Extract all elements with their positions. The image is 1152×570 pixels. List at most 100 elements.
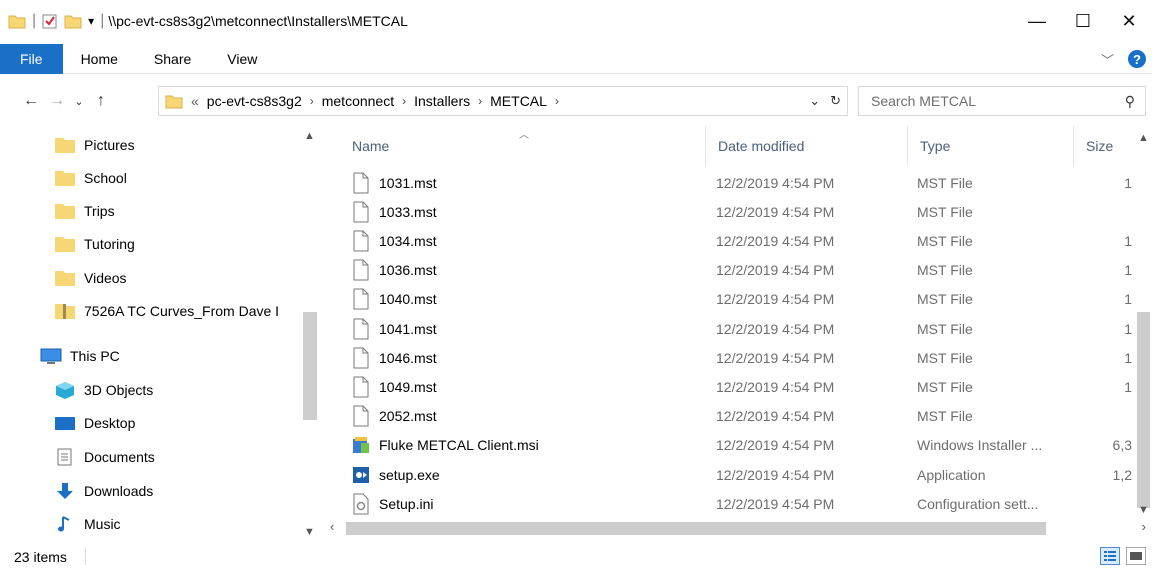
file-list-vertical-scrollbar[interactable]: ▲ ▼: [1134, 126, 1152, 516]
file-row[interactable]: 1049.mst 12/2/2019 4:54 PM MST File 1: [334, 372, 1134, 401]
sidebar-item-7526a-tc-curves[interactable]: 7526A TC Curves_From Dave I: [54, 294, 300, 327]
file-name-cell[interactable]: Fluke METCAL Client.msi: [352, 431, 702, 460]
file-name-cell[interactable]: 1036.mst: [352, 256, 702, 285]
up-arrow-icon[interactable]: ↑: [88, 92, 114, 110]
breadcrumb-separator-icon[interactable]: ›: [306, 94, 318, 108]
file-date-modified: 12/2/2019 4:54 PM: [716, 378, 835, 395]
file-name-cell[interactable]: 1040.mst: [352, 285, 702, 314]
file-name-cell[interactable]: 1034.mst: [352, 226, 702, 255]
close-button[interactable]: ✕: [1106, 0, 1152, 42]
folder-icon: [55, 270, 75, 286]
file-name-cell[interactable]: 1049.mst: [352, 372, 702, 401]
column-header-size[interactable]: Size: [1074, 126, 1134, 166]
file-size: [1074, 197, 1132, 226]
file-type: MST File: [917, 349, 973, 366]
search-input[interactable]: [871, 93, 1111, 109]
expand-ribbon-chevron-icon[interactable]: ﹀: [1101, 50, 1114, 69]
file-list: ︿ Name Date modified Type Size 1031.mst 1…: [334, 126, 1134, 516]
sidebar-item-pictures[interactable]: Pictures: [54, 128, 322, 161]
address-bar[interactable]: « pc-evt-cs8s3g2 › metconnect › Installe…: [158, 86, 848, 116]
file-name: 1031.mst: [379, 174, 437, 191]
column-header-name[interactable]: Name: [340, 126, 706, 166]
file-row[interactable]: Setup.ini 12/2/2019 4:54 PM Configuration …: [334, 489, 1134, 516]
help-icon[interactable]: ?: [1128, 50, 1146, 68]
sidebar-item-downloads[interactable]: Downloads: [54, 474, 322, 507]
breadcrumb-separator-icon[interactable]: ›: [551, 94, 563, 108]
recent-locations-chevron-icon[interactable]: ⌄: [70, 95, 88, 108]
tab-share[interactable]: Share: [136, 44, 209, 74]
column-header-type[interactable]: Type: [908, 126, 1074, 166]
sidebar-item-trips[interactable]: Trips: [54, 194, 322, 227]
file-name: Setup.ini: [379, 495, 434, 512]
sidebar-item-3d-objects[interactable]: 3D Objects: [54, 373, 322, 406]
navigation-pane: Pictures School Trips Tutoring Videos 75…: [0, 126, 322, 540]
breadcrumb-installers[interactable]: Installers: [410, 93, 474, 109]
scrollbar-thumb[interactable]: [346, 522, 1046, 535]
file-row[interactable]: 1040.mst 12/2/2019 4:54 PM MST File 1: [334, 285, 1134, 314]
forward-arrow-icon[interactable]: →: [44, 92, 70, 110]
refresh-icon[interactable]: ↻: [830, 93, 841, 109]
large-icons-view-button[interactable]: [1126, 547, 1146, 565]
scrollbar-thumb[interactable]: [1137, 312, 1150, 508]
folder-icon: [55, 236, 75, 252]
blank-file-icon: [352, 347, 370, 369]
file-row[interactable]: 1046.mst 12/2/2019 4:54 PM MST File 1: [334, 343, 1134, 372]
scroll-up-icon[interactable]: ▲: [304, 130, 315, 142]
file-name-cell[interactable]: 1041.mst: [352, 314, 702, 343]
file-date-modified: 12/2/2019 4:54 PM: [716, 174, 835, 191]
scroll-up-icon[interactable]: ▲: [1138, 132, 1149, 144]
file-name: 1049.mst: [379, 378, 437, 395]
file-list-horizontal-scrollbar[interactable]: ‹ ›: [322, 518, 1146, 538]
breadcrumb-overflow[interactable]: «: [187, 93, 203, 109]
blank-file-icon: [352, 259, 370, 281]
file-row[interactable]: Fluke METCAL Client.msi 12/2/2019 4:54 PM…: [334, 431, 1134, 460]
tab-home[interactable]: Home: [63, 44, 136, 74]
back-arrow-icon[interactable]: ←: [18, 92, 44, 110]
file-row[interactable]: 2052.mst 12/2/2019 4:54 PM MST File: [334, 402, 1134, 431]
sidebar-item-school[interactable]: School: [54, 161, 322, 194]
file-name-cell[interactable]: 1046.mst: [352, 343, 702, 372]
file-row[interactable]: 1034.mst 12/2/2019 4:54 PM MST File 1: [334, 226, 1134, 255]
sidebar-item-videos[interactable]: Videos: [54, 261, 322, 294]
sidebar-item-this-pc[interactable]: This PC: [40, 339, 322, 372]
file-name-cell[interactable]: setup.exe: [352, 460, 702, 489]
maximize-button[interactable]: ☐: [1060, 0, 1106, 42]
scroll-down-icon[interactable]: ▼: [1138, 504, 1149, 516]
file-row[interactable]: 1033.mst 12/2/2019 4:54 PM MST File: [334, 197, 1134, 226]
file-name-cell[interactable]: 1033.mst: [352, 197, 702, 226]
tab-view[interactable]: View: [209, 44, 275, 74]
column-header-date-modified[interactable]: Date modified: [706, 126, 908, 166]
minimize-button[interactable]: —: [1014, 0, 1060, 42]
new-folder-icon[interactable]: [64, 13, 82, 29]
file-row[interactable]: 1036.mst 12/2/2019 4:54 PM MST File 1: [334, 256, 1134, 285]
sidebar-item-tutoring[interactable]: Tutoring: [54, 227, 322, 260]
sidebar-item-music[interactable]: Music: [54, 507, 322, 540]
search-box[interactable]: ⚲: [858, 86, 1146, 116]
sidebar-item-documents[interactable]: Documents: [54, 440, 322, 473]
file-name-cell[interactable]: 1031.mst: [352, 168, 702, 197]
address-history-chevron-icon[interactable]: ⌄: [809, 93, 820, 109]
file-name-cell[interactable]: 2052.mst: [352, 402, 702, 431]
properties-check-icon[interactable]: [42, 13, 58, 29]
file-name-cell[interactable]: Setup.ini: [352, 489, 702, 516]
file-type: MST File: [917, 320, 973, 337]
tab-file[interactable]: File: [0, 43, 63, 74]
sidebar-item-desktop[interactable]: Desktop: [54, 406, 322, 439]
breadcrumb-pc-evt-cs8s3g2[interactable]: pc-evt-cs8s3g2: [203, 93, 306, 109]
scroll-down-icon[interactable]: ▼: [304, 526, 315, 538]
file-row[interactable]: setup.exe 12/2/2019 4:54 PM Application 1,2: [334, 460, 1134, 489]
file-row[interactable]: 1041.mst 12/2/2019 4:54 PM MST File 1: [334, 314, 1134, 343]
file-name: 1033.mst: [379, 203, 437, 220]
breadcrumb-metcal[interactable]: METCAL: [486, 93, 551, 109]
customize-toolbar-dropdown-icon[interactable]: ▾: [88, 14, 94, 28]
file-row[interactable]: 1031.mst 12/2/2019 4:54 PM MST File 1: [334, 168, 1134, 197]
navigation-pane-scrollbar[interactable]: ▲ ▼: [300, 126, 320, 540]
breadcrumb-separator-icon[interactable]: ›: [474, 94, 486, 108]
scroll-right-icon[interactable]: ›: [1142, 519, 1146, 534]
search-icon[interactable]: ⚲: [1125, 93, 1135, 110]
details-view-button[interactable]: [1100, 547, 1120, 565]
scrollbar-thumb[interactable]: [303, 312, 317, 420]
scroll-left-icon[interactable]: ‹: [330, 519, 334, 534]
breadcrumb-metconnect[interactable]: metconnect: [318, 93, 398, 109]
breadcrumb-separator-icon[interactable]: ›: [398, 94, 410, 108]
